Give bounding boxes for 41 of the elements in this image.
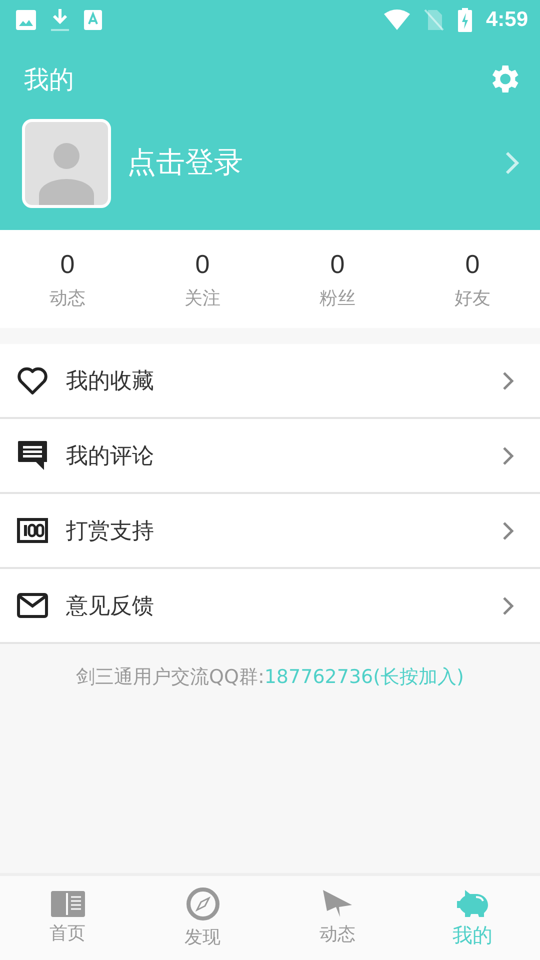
stat-count: 0: [195, 248, 210, 280]
download-icon: [50, 8, 70, 32]
stat-count: 0: [60, 248, 75, 280]
stat-label: 关注: [184, 286, 220, 310]
comment-icon: [17, 440, 48, 471]
tab[interactable]: 首页: [0, 876, 135, 960]
compass-icon: [186, 887, 220, 921]
app-icon: [84, 10, 102, 30]
page-title: 我的: [24, 64, 74, 96]
heart-icon: [17, 366, 48, 394]
banknote-icon: [17, 518, 48, 543]
tab[interactable]: 发现: [135, 876, 270, 960]
stat-count: 0: [465, 248, 480, 280]
menu-item[interactable]: 打赏支持: [0, 494, 540, 569]
paper-plane-icon: [322, 890, 352, 918]
group-link[interactable]: 187762736(长按加入): [264, 666, 464, 688]
chevron-icon: [504, 150, 520, 176]
menu-item[interactable]: 意见反馈: [0, 569, 540, 644]
image-icon: [16, 10, 36, 30]
chevron-icon: [502, 520, 514, 540]
chevron-icon: [502, 596, 514, 616]
stat-label: 粉丝: [320, 286, 356, 310]
tab[interactable]: 我的: [405, 876, 540, 960]
piggy-bank-icon: [456, 888, 490, 918]
clock: 4:59: [486, 8, 528, 32]
stat-label: 动态: [50, 286, 86, 310]
menu-item[interactable]: 我的评论: [0, 419, 540, 494]
stat-count: 0: [330, 248, 345, 280]
no-sim-icon: [424, 9, 444, 31]
book-icon: [50, 891, 84, 917]
login-link[interactable]: 点击登录: [127, 143, 488, 183]
chevron-icon: [502, 446, 514, 466]
battery-icon: [458, 8, 472, 32]
menu-item[interactable]: 我的收藏: [0, 344, 540, 419]
mail-icon: [17, 593, 48, 618]
tab[interactable]: 动态: [270, 876, 405, 960]
avatar[interactable]: [22, 118, 111, 208]
chevron-icon: [502, 370, 514, 390]
wifi-icon: [384, 9, 410, 31]
stat-label: 好友: [454, 286, 490, 310]
group-note: 剑三通用户交流QQ群:: [76, 666, 264, 688]
